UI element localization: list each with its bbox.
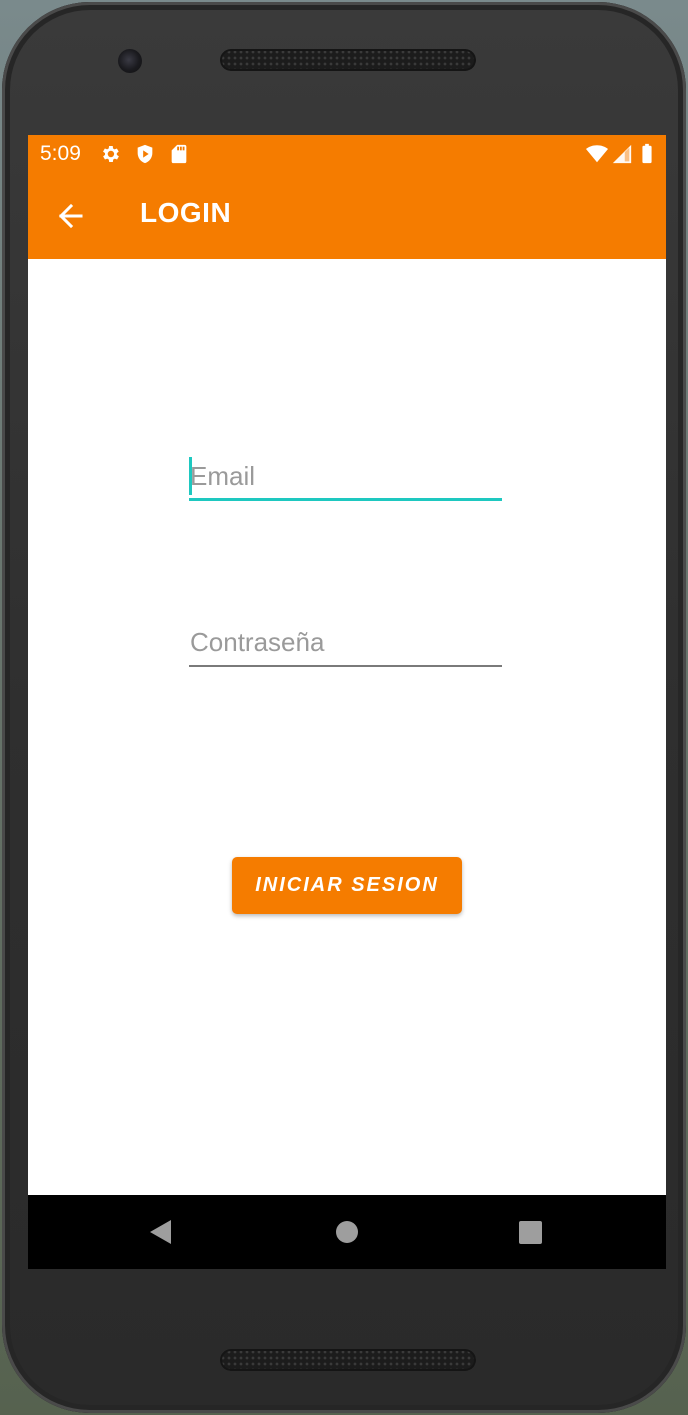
wifi-icon	[586, 145, 608, 163]
password-input[interactable]	[189, 621, 502, 663]
password-underline	[189, 665, 502, 667]
email-field[interactable]	[189, 455, 502, 501]
login-button[interactable]: INICIAR SESION	[232, 857, 462, 914]
arrow-left-icon[interactable]	[50, 194, 94, 238]
back-triangle-icon[interactable]	[144, 1215, 178, 1249]
status-bar: 5:09	[28, 135, 666, 173]
battery-icon	[642, 143, 652, 164]
app-bar: LOGIN	[28, 173, 666, 259]
home-circle-icon[interactable]	[330, 1215, 364, 1249]
text-cursor	[189, 457, 192, 495]
phone-screen: 5:09 LOGIN Email INICIAR SESION	[28, 135, 666, 1269]
page-title: LOGIN	[140, 197, 232, 228]
recents-square-icon[interactable]	[513, 1215, 547, 1249]
front-camera	[118, 49, 142, 73]
bottom-speaker-grille	[220, 1349, 476, 1371]
password-field[interactable]	[189, 621, 502, 667]
sd-card-icon	[171, 144, 187, 164]
email-input[interactable]	[189, 455, 502, 497]
system-nav-bar	[28, 1195, 666, 1269]
gear-icon	[103, 146, 119, 162]
shield-play-icon	[137, 144, 153, 164]
top-speaker-grille	[220, 49, 476, 71]
signal-icon	[612, 144, 632, 164]
status-time: 5:09	[40, 142, 81, 165]
email-underline	[189, 498, 502, 501]
